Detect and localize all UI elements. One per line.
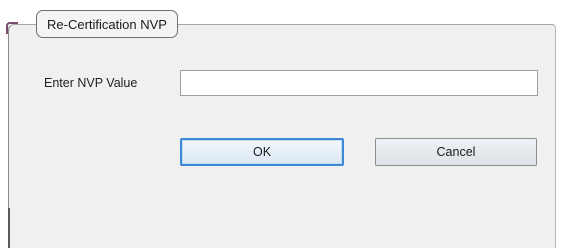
nvp-field-label: Enter NVP Value <box>44 76 138 90</box>
ok-button[interactable]: OK <box>180 138 344 166</box>
nvp-group-box <box>8 24 556 248</box>
dialog-window: Re-Certification NVP Enter NVP Value OK … <box>0 0 563 248</box>
nvp-value-input[interactable] <box>180 70 538 96</box>
cancel-button[interactable]: Cancel <box>375 138 537 166</box>
dialog-title: Re-Certification NVP <box>36 10 178 38</box>
